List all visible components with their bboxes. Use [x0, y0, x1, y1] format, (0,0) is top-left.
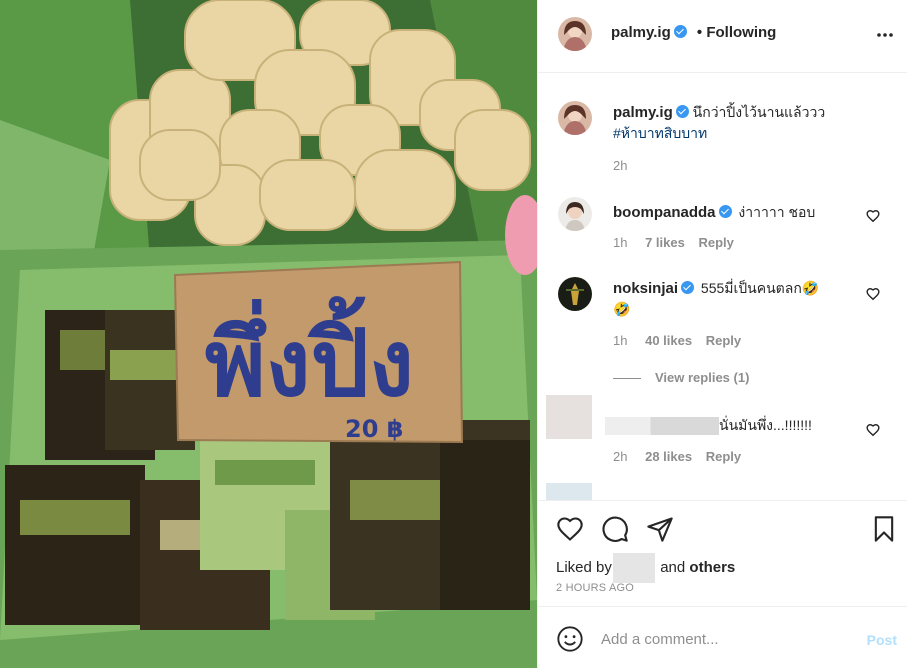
share-icon[interactable] [646, 515, 674, 543]
add-comment-bar: Add a comment... Post [538, 606, 907, 669]
emoji-icon[interactable] [556, 625, 584, 653]
following-button[interactable]: • Following [697, 24, 776, 41]
blurred-username[interactable] [605, 417, 719, 436]
heart-icon[interactable] [866, 287, 880, 301]
comment-likes[interactable]: 28 likes [645, 449, 692, 464]
comment-time[interactable]: 2h [613, 449, 627, 464]
comment-likes[interactable]: 40 likes [645, 333, 692, 348]
heart-icon[interactable] [866, 209, 880, 223]
comment-time[interactable]: 1h [613, 235, 627, 250]
add-comment-input[interactable]: Add a comment... [601, 631, 719, 648]
avatar[interactable] [558, 17, 592, 51]
and-label: and [660, 558, 686, 576]
post-image: พึ่งปิ้ง 20 ฿ [0, 0, 537, 668]
verified-badge-icon [673, 25, 687, 38]
price-text: 20 ฿ [345, 415, 403, 443]
verified-badge-icon [681, 281, 695, 294]
post-side-panel: palmy.ig • Following palmy.ig นึกว่าปิ้ง… [537, 0, 907, 668]
post-photo[interactable]: พึ่งปิ้ง 20 ฿ [0, 0, 537, 668]
comment-likes[interactable]: 7 likes [645, 235, 685, 250]
comment-icon[interactable] [601, 515, 629, 543]
comment-text: 555มี่เป็นคนตลก🤣 [700, 280, 820, 296]
comment-text: นั่นมันพึ่ง...!!!!!!! [719, 417, 812, 433]
bookmark-icon[interactable] [870, 515, 898, 543]
header-username[interactable]: palmy.ig [611, 24, 671, 41]
more-horizontal-icon[interactable] [876, 26, 894, 44]
caption-time[interactable]: 2h [613, 158, 627, 173]
comments-section[interactable]: palmy.ig นึกว่าปิ้งไว้นานแล้ววว #ห้าบาทส… [538, 73, 907, 500]
comment-avatar[interactable] [558, 277, 592, 311]
verified-badge-icon [675, 105, 689, 118]
heart-icon[interactable] [866, 423, 880, 437]
comment-avatar[interactable] [546, 395, 592, 439]
sign-text: พึ่งปิ้ง [205, 296, 414, 417]
verified-badge-icon [718, 205, 732, 218]
view-replies-button[interactable]: View replies (1) [613, 370, 749, 385]
post-actions: Liked by and others 2 HOURS AGO [538, 500, 907, 607]
reply-button[interactable]: Reply [706, 449, 741, 464]
cut-off-comment-avatar [546, 483, 592, 500]
others-link[interactable]: others [689, 559, 735, 576]
reply-button[interactable]: Reply [706, 333, 741, 348]
comment-username[interactable]: boompanadda [613, 204, 716, 221]
heart-icon[interactable] [556, 515, 584, 543]
comment-text-emoji: 🤣 [613, 301, 631, 317]
comment-username[interactable]: noksinjai [613, 280, 678, 297]
post-timestamp[interactable]: 2 HOURS AGO [556, 582, 634, 594]
post-button[interactable]: Post [867, 632, 897, 648]
caption-username[interactable]: palmy.ig [613, 104, 673, 121]
liked-by-label: Liked by [556, 558, 612, 576]
likes-summary: Liked by and others [556, 553, 735, 583]
comment-text: ง่าาาาา ชอบ [738, 204, 816, 220]
replies-divider [613, 378, 641, 380]
blurred-liker[interactable] [613, 553, 656, 583]
view-replies-label: View replies (1) [655, 370, 750, 385]
comment-avatar[interactable] [558, 197, 592, 231]
caption-text: นึกว่าปิ้งไว้นานแล้ววว [692, 104, 826, 120]
post-header: palmy.ig • Following [538, 0, 907, 73]
comment-time[interactable]: 1h [613, 333, 627, 348]
caption-avatar[interactable] [558, 101, 592, 135]
reply-button[interactable]: Reply [698, 235, 733, 250]
caption-hashtag[interactable]: #ห้าบาทสิบบาท [613, 125, 707, 141]
